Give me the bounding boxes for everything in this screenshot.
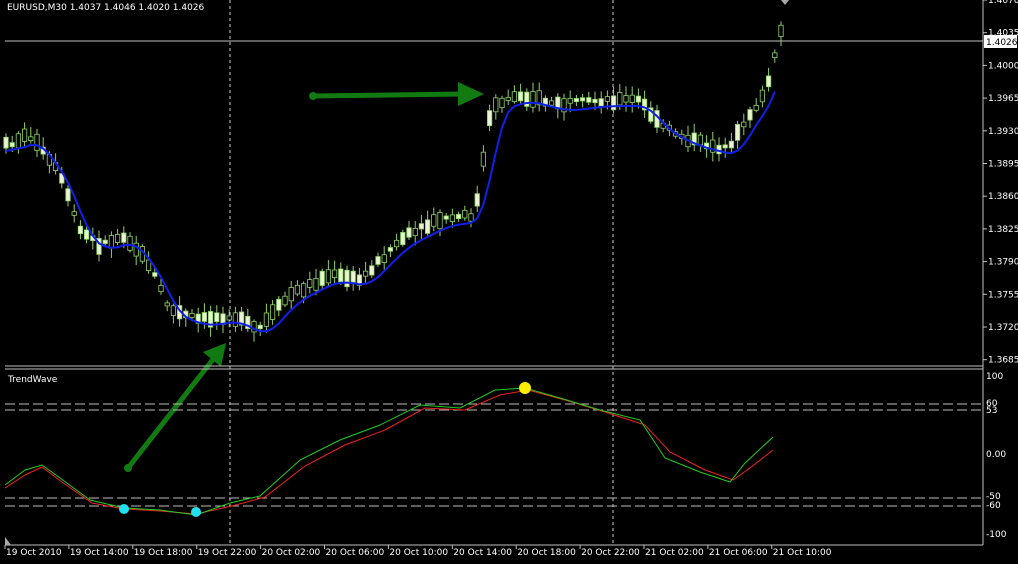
price-label: 1.3965 <box>988 94 1018 104</box>
price-label: 1.3930 <box>988 127 1018 137</box>
chart-background <box>0 0 1018 564</box>
svg-text:53: 53 <box>986 406 997 416</box>
time-label: 19 Oct 2010 <box>6 548 62 558</box>
price-label: 1.3860 <box>988 192 1018 202</box>
current-price-label: 1.4026 <box>986 38 1018 48</box>
time-label: 20 Oct 22:00 <box>581 548 640 558</box>
time-label: 19 Oct 22:00 <box>198 548 257 558</box>
price-label: 1.3895 <box>988 160 1018 170</box>
time-label: 20 Oct 14:00 <box>453 548 512 558</box>
price-label: 1.3790 <box>988 258 1018 268</box>
price-label: 1.3755 <box>988 290 1018 300</box>
time-label: 20 Oct 18:00 <box>517 548 576 558</box>
chart-header: EURUSD,M30 1.4037 1.4046 1.4020 1.4026 <box>7 3 205 13</box>
svg-text:-60: -60 <box>986 501 1001 511</box>
cyan-dot-icon <box>191 507 201 517</box>
time-label: 20 Oct 10:00 <box>389 548 448 558</box>
price-label: 1.3825 <box>988 225 1018 235</box>
svg-text:-100: -100 <box>986 530 1007 540</box>
indicator-name: TrendWave <box>7 375 58 385</box>
price-label: 1.3720 <box>988 323 1018 333</box>
time-label: 21 Oct 02:00 <box>645 548 704 558</box>
price-label: 1.3685 <box>988 356 1018 366</box>
cyan-dot-icon <box>119 504 129 514</box>
price-label: 1.4070 <box>988 0 1018 6</box>
time-label: 19 Oct 14:00 <box>70 548 129 558</box>
time-label: 21 Oct 06:00 <box>709 548 768 558</box>
chart-window[interactable]: EURUSD,M30 1.4037 1.4046 1.4020 1.4026 1… <box>0 0 1018 564</box>
price-label: 1.4000 <box>988 61 1018 71</box>
time-label: 21 Oct 10:00 <box>773 548 832 558</box>
svg-text:0.00: 0.00 <box>986 450 1006 460</box>
yellow-dot-icon <box>519 382 531 394</box>
svg-text:100: 100 <box>986 372 1003 382</box>
time-label: 19 Oct 18:00 <box>134 548 193 558</box>
time-label: 20 Oct 06:00 <box>326 548 385 558</box>
time-label: 20 Oct 02:00 <box>262 548 321 558</box>
